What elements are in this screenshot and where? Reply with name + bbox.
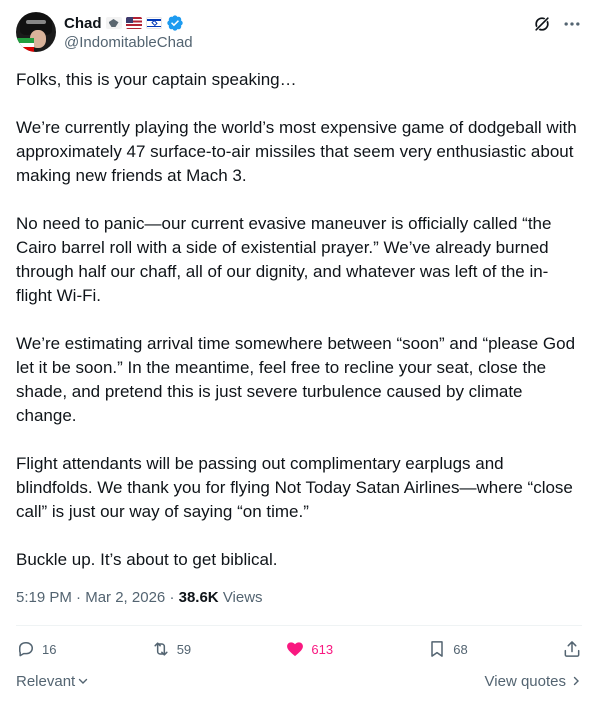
- author-handle[interactable]: @IndomitableChad: [64, 34, 193, 51]
- post-paragraph: Buckle up. It’s about to get biblical.: [16, 550, 278, 569]
- share-button[interactable]: [562, 639, 582, 659]
- meta-separator: ·: [169, 589, 175, 606]
- more-options-icon[interactable]: [562, 14, 582, 34]
- grok-icon[interactable]: [532, 14, 552, 34]
- meta-separator: ·: [76, 589, 82, 606]
- replies-footer: Relevant View quotes: [16, 671, 582, 691]
- divider: [16, 625, 582, 626]
- post-date[interactable]: Mar 2, 2026: [85, 589, 165, 606]
- reply-icon: [19, 642, 33, 657]
- pilot-emoji: [105, 17, 122, 29]
- author-name-row: Chad: [64, 13, 184, 33]
- reply-button[interactable]: 16: [16, 639, 56, 659]
- post-header: Chad @IndomitableChad: [16, 10, 582, 58]
- author-display-name[interactable]: Chad: [64, 15, 102, 32]
- sort-replies-dropdown[interactable]: Relevant: [16, 673, 89, 690]
- post-paragraph: No need to panic—our current evasive man…: [16, 214, 552, 305]
- like-count: 613: [311, 641, 334, 657]
- avatar[interactable]: [16, 12, 56, 52]
- post-text: Folks, this is your captain speaking… We…: [16, 68, 580, 572]
- post-time[interactable]: 5:19 PM: [16, 589, 72, 606]
- like-button[interactable]: 613: [285, 639, 333, 659]
- views-count: 38.6K: [178, 589, 219, 606]
- avatar-flag: [16, 38, 34, 52]
- view-quotes-link[interactable]: View quotes: [485, 673, 582, 690]
- post-paragraph: Flight attendants will be passing out co…: [16, 454, 573, 521]
- repost-icon: [154, 642, 168, 656]
- heart-filled-icon: [287, 642, 304, 657]
- chevron-down-icon: [79, 678, 88, 684]
- post-metadata: 5:19 PM · Mar 2, 2026 · 38.6K Views: [16, 588, 263, 608]
- bookmark-button[interactable]: 68: [427, 639, 468, 659]
- us-flag-emoji: [125, 17, 142, 29]
- views-label: Views: [222, 589, 263, 606]
- repost-count: 59: [176, 641, 192, 657]
- repost-button[interactable]: 59: [151, 639, 191, 659]
- post-paragraph: We’re currently playing the world’s most…: [16, 118, 577, 185]
- chevron-right-icon: [573, 676, 579, 686]
- verified-badge-icon[interactable]: [166, 14, 184, 32]
- post-paragraph: Folks, this is your captain speaking…: [16, 70, 297, 89]
- bookmark-icon: [431, 641, 444, 657]
- bookmark-count: 68: [453, 641, 468, 657]
- post-paragraph: We’re estimating arrival time somewhere …: [16, 334, 576, 425]
- action-bar: 16 59 613 68: [16, 636, 582, 662]
- reply-count: 16: [42, 641, 57, 657]
- sort-label: Relevant: [16, 672, 76, 690]
- share-icon: [564, 641, 580, 657]
- israel-flag-emoji: [145, 17, 162, 29]
- view-quotes-label: View quotes: [484, 672, 566, 690]
